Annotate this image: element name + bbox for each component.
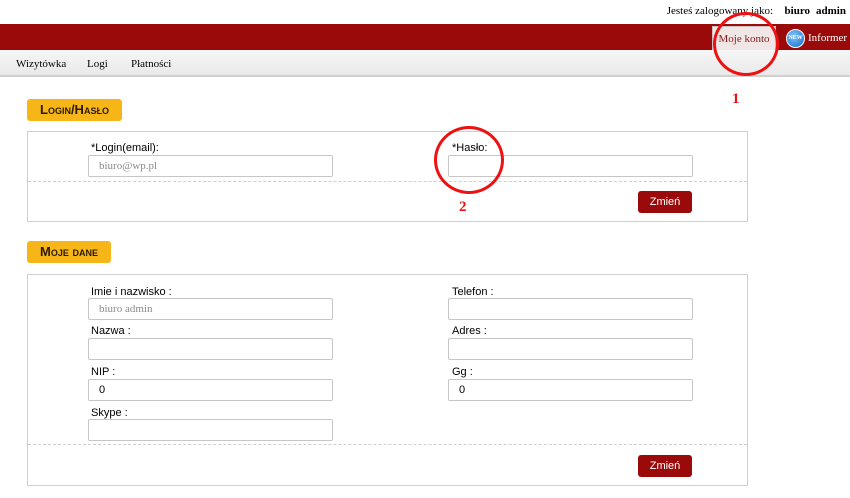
phone-field[interactable]	[448, 298, 693, 320]
phone-label: Telefon :	[452, 286, 494, 298]
annotation-circle-2	[434, 126, 504, 194]
nip-field[interactable]: 0	[88, 379, 333, 401]
new-badge-icon: NEW	[786, 28, 805, 48]
panel-divider	[28, 181, 747, 182]
username-first: biuro	[784, 5, 811, 17]
annotation-number-2: 2	[459, 199, 467, 215]
tab-informer[interactable]: NEW Informer	[786, 28, 847, 48]
section-title-moje-dane: Moje dane	[27, 241, 111, 263]
company-label: Nazwa :	[91, 325, 131, 337]
gg-label: Gg :	[452, 366, 473, 378]
nav-item-logi[interactable]: Logi	[87, 58, 108, 70]
save-my-data-button[interactable]: Zmień	[638, 455, 692, 477]
nav-item-platnosci[interactable]: Płatności	[131, 58, 171, 70]
login-label: *Login(email):	[91, 142, 159, 154]
panel-divider	[28, 444, 747, 445]
name-label: Imie i nazwisko :	[91, 286, 172, 298]
gg-field[interactable]: 0	[448, 379, 693, 401]
nav-item-wizytowka[interactable]: Wizytówka	[16, 58, 66, 70]
address-label: Adres :	[452, 325, 487, 337]
company-field[interactable]	[88, 338, 333, 360]
address-field[interactable]	[448, 338, 693, 360]
name-field[interactable]: biuro admin	[88, 298, 333, 320]
annotation-number-1: 1	[732, 91, 740, 107]
annotation-circle-1	[713, 12, 779, 76]
login-email-field[interactable]: biuro@wp.pl	[88, 155, 333, 177]
section-title-login: Login/Hasło	[27, 99, 122, 121]
change-login-button[interactable]: Zmień	[638, 191, 692, 213]
nip-label: NIP :	[91, 366, 116, 378]
skype-field[interactable]	[88, 419, 333, 441]
skype-label: Skype :	[91, 407, 128, 419]
tab-informer-label: Informer	[808, 32, 848, 44]
username-last: admin	[816, 5, 846, 17]
